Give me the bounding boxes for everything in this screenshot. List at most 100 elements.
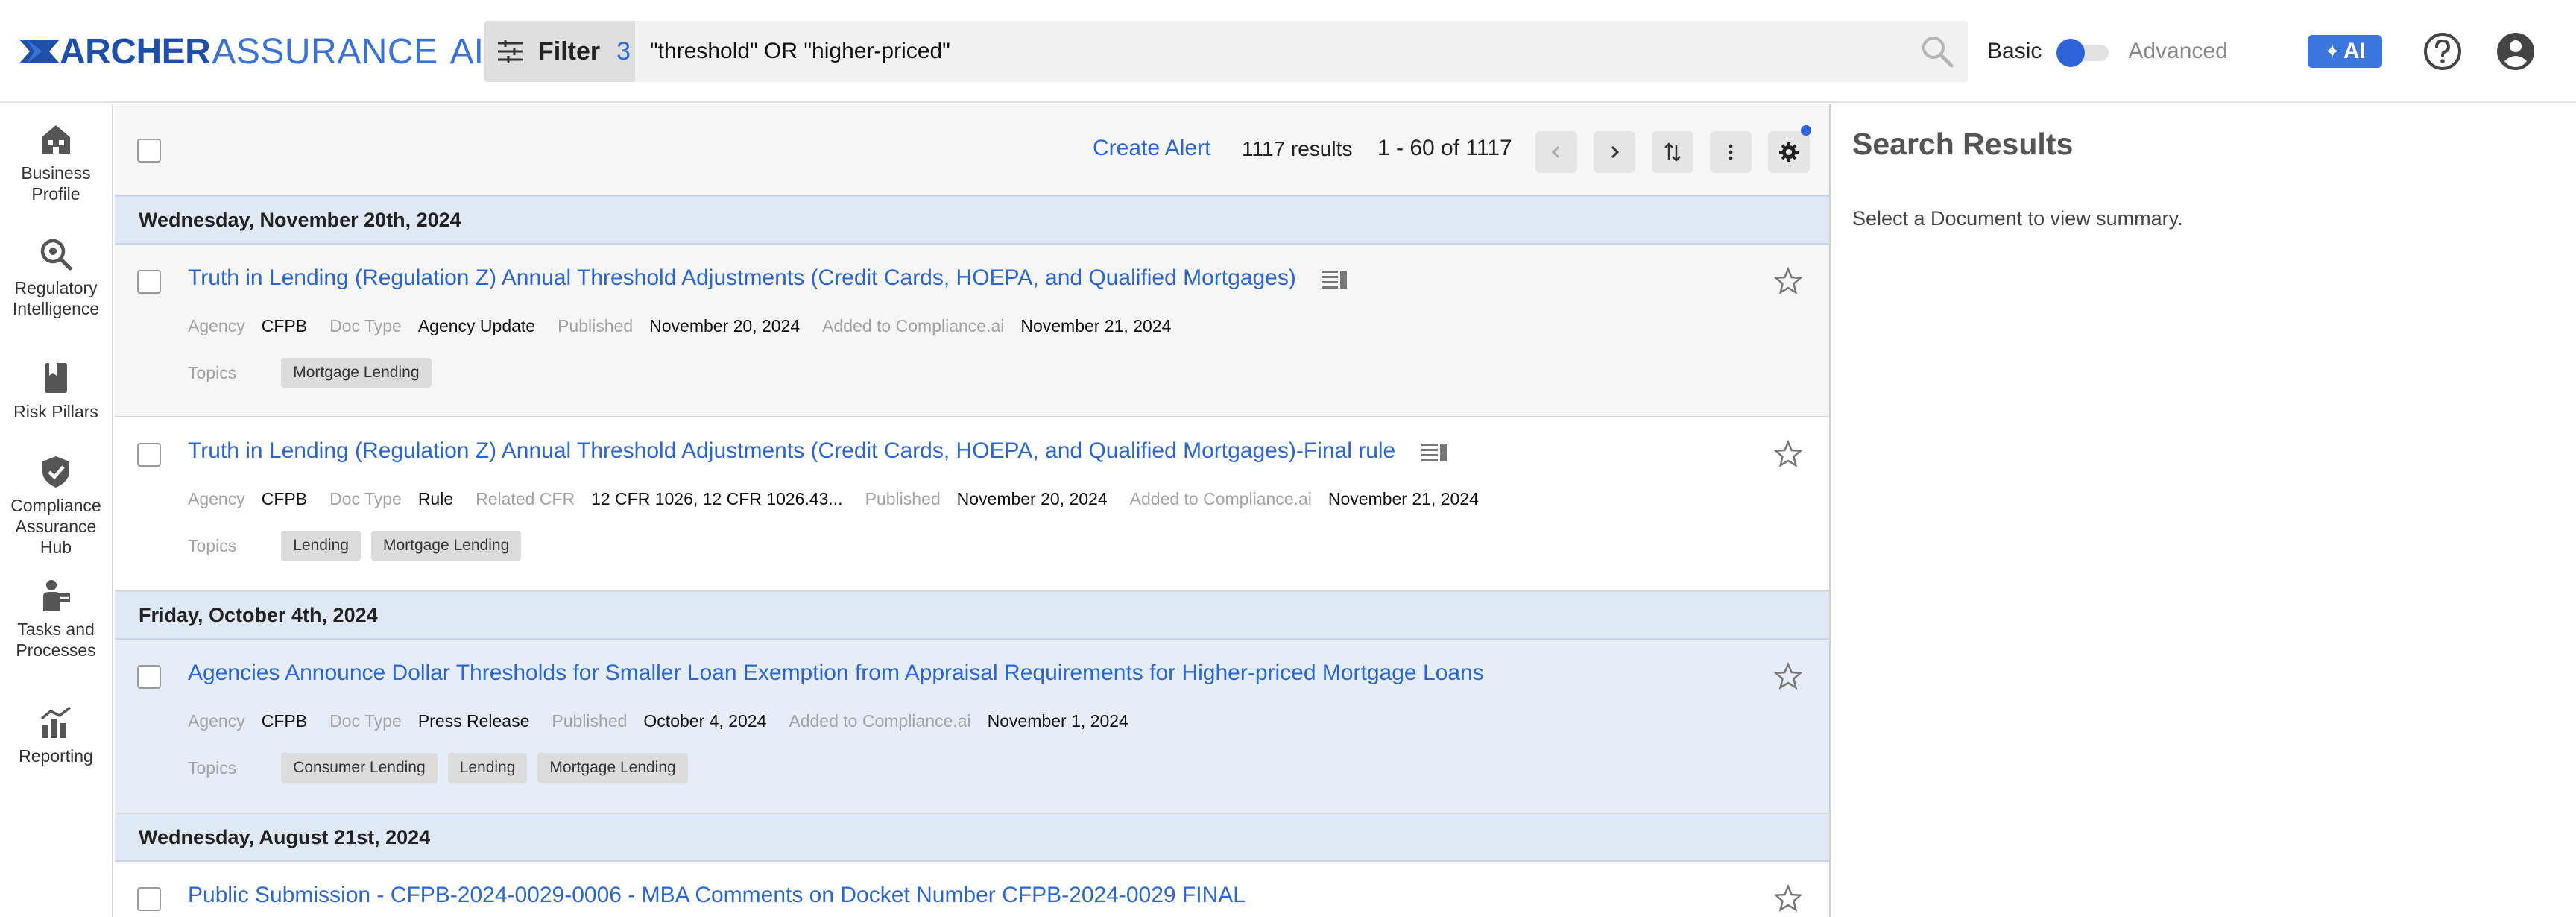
vertical-dots-icon (1729, 144, 1733, 160)
ai-button[interactable]: ✦ AI (2308, 35, 2382, 68)
result-card[interactable]: Public Submission - CFPB-2024-0029-0006 … (115, 862, 1829, 917)
sidebar-item-compliance-assurance-hub[interactable]: Compliance Assurance Hub (0, 455, 112, 558)
meta-key: Published (558, 316, 634, 335)
result-checkbox[interactable] (137, 270, 161, 294)
result-checkbox[interactable] (137, 443, 161, 467)
book-icon (45, 363, 67, 393)
sidebar-item-label: Business Profile (21, 163, 91, 204)
result-metadata: Agency CFPB Doc Type Rule Related CFR 12 CF… (188, 489, 1501, 509)
mode-toggle[interactable] (2056, 39, 2112, 67)
meta-value: Press Release (417, 711, 530, 731)
meta-value: November 1, 2024 (987, 711, 1128, 731)
meta-key: Added to Compliance.ai (1129, 489, 1312, 508)
result-card-selected[interactable]: Agencies Announce Dollar Thresholds for … (115, 640, 1829, 814)
result-title-text[interactable]: Public Submission - CFPB-2024-0029-0006 … (188, 883, 1246, 907)
result-title-link[interactable]: Truth in Lending (Regulation Z) Annual T… (188, 265, 1348, 291)
results-toolbar: Create Alert 1117 results 1 - 60 of 1117 (115, 104, 1829, 197)
document-summary-icon[interactable] (1421, 442, 1447, 462)
sidebar-item-regulatory-intelligence[interactable]: Regulatory Intelligence (0, 237, 112, 319)
toggle-knob (2056, 39, 2086, 67)
sidebar-item-reporting[interactable]: Reporting (0, 705, 112, 766)
search-bar: Filter 3 (484, 21, 1968, 82)
search-icon[interactable] (1920, 34, 1954, 69)
user-account-icon[interactable] (2496, 31, 2536, 72)
topic-tag[interactable]: Lending (281, 531, 361, 561)
chevron-right-icon (1611, 145, 1620, 159)
result-topics: Topics Lending Mortgage Lending (188, 531, 531, 561)
topic-tag[interactable]: Mortgage Lending (537, 753, 688, 783)
result-metadata: Agency CFPB Doc Type Press Release Publish… (188, 711, 1151, 731)
meta-value: Agency Update (417, 316, 536, 335)
date-group-label: Friday, October 4th, 2024 (139, 604, 378, 626)
topic-tag[interactable]: Lending (447, 753, 528, 783)
summary-panel-hint: Select a Document to view summary. (1852, 207, 2183, 230)
result-title-link[interactable]: Public Submission - CFPB-2024-0029-0006 … (188, 883, 1246, 908)
result-title-link[interactable]: Truth in Lending (Regulation Z) Annual T… (188, 438, 1447, 464)
document-summary-icon[interactable] (1322, 269, 1348, 289)
meta-key: Agency (188, 711, 245, 731)
meta-value: November 21, 2024 (1020, 316, 1172, 335)
create-alert-link[interactable]: Create Alert (1093, 136, 1210, 161)
favorite-star-icon[interactable] (1774, 267, 1802, 295)
meta-key: Agency (188, 316, 245, 335)
advanced-mode-label[interactable]: Advanced (2128, 39, 2227, 64)
favorite-star-icon[interactable] (1774, 662, 1802, 690)
topic-tag[interactable]: Consumer Lending (281, 753, 438, 783)
meta-key: Related CFR (476, 489, 575, 508)
search-input[interactable] (650, 21, 1902, 82)
favorite-star-icon[interactable] (1774, 884, 1802, 913)
meta-value: CFPB (261, 316, 308, 335)
meta-value: 12 CFR 1026, 12 CFR 1026.43... (591, 489, 843, 508)
result-checkbox[interactable] (137, 665, 161, 689)
more-options-button[interactable] (1710, 131, 1752, 173)
topics-label: Topics (188, 362, 237, 382)
top-bar: ARCHER ASSURANCE AI Filter 3 Basic (0, 0, 2576, 103)
meta-value: CFPB (261, 489, 308, 508)
magnifier-icon (40, 239, 72, 271)
meta-value: November 20, 2024 (649, 316, 801, 335)
topics-label: Topics (188, 757, 237, 778)
result-checkbox[interactable] (137, 887, 161, 911)
previous-page-button[interactable] (1535, 131, 1577, 173)
next-page-button[interactable] (1594, 131, 1635, 173)
meta-key: Added to Compliance.ai (822, 316, 1005, 335)
sort-arrows-icon (1664, 142, 1681, 162)
meta-key: Added to Compliance.ai (789, 711, 971, 731)
sort-button[interactable] (1652, 131, 1693, 173)
topics-label: Topics (188, 535, 237, 555)
sidebar-item-label: Risk Pillars (13, 402, 98, 421)
settings-button[interactable] (1768, 131, 1810, 173)
sidebar-item-label: Tasks and Processes (16, 620, 96, 660)
meta-key: Published (552, 711, 628, 731)
sidebar: Business Profile Regulatory Intelligence… (0, 104, 113, 917)
filter-sliders-icon (498, 40, 523, 63)
meta-value: November 21, 2024 (1328, 489, 1479, 508)
results-count: 1117 results (1242, 137, 1353, 160)
select-all-checkbox[interactable] (137, 139, 161, 163)
result-title-link[interactable]: Agencies Announce Dollar Thresholds for … (188, 661, 1484, 686)
result-metadata: Agency CFPB Doc Type Agency Update Publish… (188, 316, 1193, 336)
sidebar-item-tasks-and-processes[interactable]: Tasks and Processes (0, 579, 112, 661)
meta-key: Doc Type (329, 711, 402, 731)
ai-button-label: AI (2343, 39, 2366, 63)
help-icon[interactable] (2422, 31, 2463, 72)
summary-panel: Search Results Select a Document to view… (1829, 104, 2576, 917)
sidebar-item-label: Compliance Assurance Hub (10, 496, 101, 557)
sidebar-item-label: Reporting (19, 746, 93, 766)
result-title-text[interactable]: Agencies Announce Dollar Thresholds for … (188, 661, 1484, 685)
result-card[interactable]: Truth in Lending (Regulation Z) Annual T… (115, 245, 1829, 417)
topic-tag[interactable]: Mortgage Lending (370, 531, 522, 561)
result-title-text[interactable]: Truth in Lending (Regulation Z) Annual T… (188, 438, 1395, 463)
chevron-left-icon (1551, 145, 1560, 159)
result-card[interactable]: Truth in Lending (Regulation Z) Annual T… (115, 417, 1829, 592)
shield-check-icon (42, 456, 69, 488)
app-logo[interactable]: ARCHER ASSURANCE AI (19, 30, 484, 73)
sidebar-item-risk-pillars[interactable]: Risk Pillars (0, 361, 112, 422)
search-mode-switch: Basic Advanced (1987, 33, 2228, 70)
sidebar-item-business-profile[interactable]: Business Profile (0, 122, 112, 204)
topic-tag[interactable]: Mortgage Lending (281, 358, 432, 388)
result-title-text[interactable]: Truth in Lending (Regulation Z) Annual T… (188, 265, 1296, 290)
basic-mode-label[interactable]: Basic (1987, 39, 2042, 64)
favorite-star-icon[interactable] (1774, 440, 1802, 468)
filter-button[interactable]: Filter 3 (484, 21, 635, 82)
